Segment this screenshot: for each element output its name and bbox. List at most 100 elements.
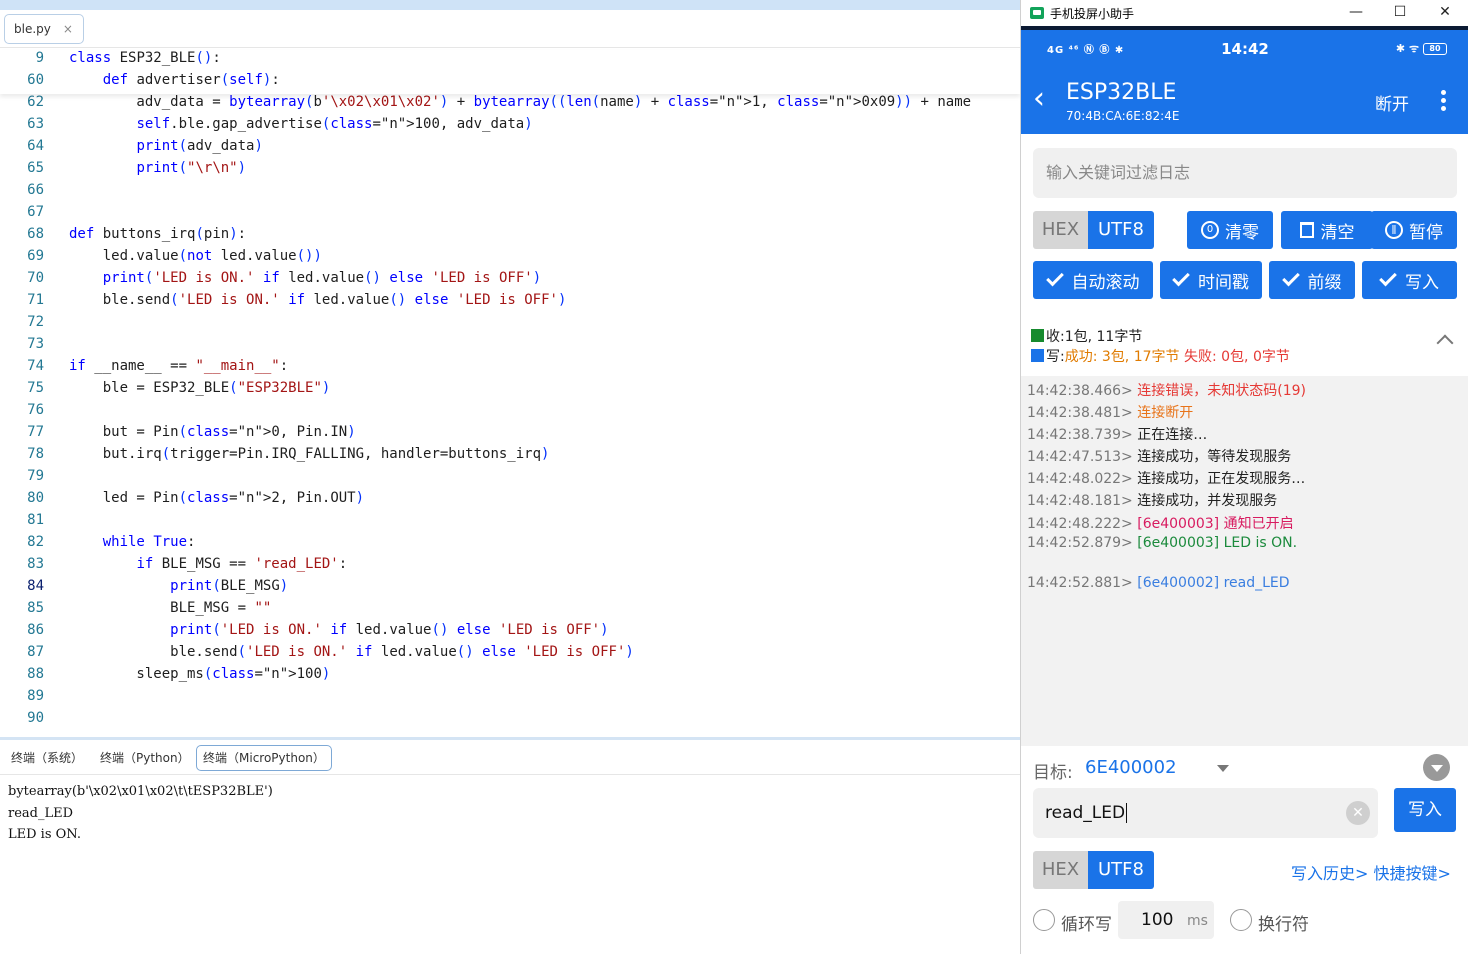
log-list[interactable]: 14:42:38.466> 连接错误，未知状态码(19) 14:42:38.481… xyxy=(1021,376,1468,746)
code-editor: ble.py × 62 adv_data = bytearray(b'\x02\… xyxy=(0,0,1020,954)
tab-terminal-python[interactable]: 终端（Python） xyxy=(93,745,197,771)
dropdown-arrow-icon[interactable] xyxy=(1217,765,1229,772)
log-entry: 14:42:48.022> 连接成功，正在发现服务… xyxy=(1027,468,1305,488)
log-encoding-toggle[interactable]: HEX UTF8 xyxy=(1033,211,1154,249)
log-filter-input[interactable]: 输入关键词过滤日志 xyxy=(1033,148,1457,198)
code-line[interactable]: ble.send('LED is ON.' if led.value() els… xyxy=(69,292,567,308)
sticky-code-line[interactable]: class ESP32_BLE(): xyxy=(69,50,221,66)
write-data-value: read_LED xyxy=(1045,803,1126,823)
target-value[interactable]: 6E400002 xyxy=(1085,757,1177,778)
check-icon xyxy=(1172,268,1190,287)
write-log-toggle[interactable]: 写入 xyxy=(1362,261,1457,299)
log-message: 连接错误，未知状态码(19) xyxy=(1137,383,1306,399)
write-encoding-toggle[interactable]: HEX UTF8 xyxy=(1033,851,1154,889)
tab-terminal-system[interactable]: 终端（系统） xyxy=(4,745,90,771)
write-links: 写入历史> 快捷按键> xyxy=(1291,860,1451,884)
line-number: 65 xyxy=(27,160,44,176)
code-line[interactable]: print('LED is ON.' if led.value() else '… xyxy=(69,622,608,638)
line-number: 77 xyxy=(27,424,44,440)
close-icon[interactable]: × xyxy=(63,22,73,36)
file-tab-label: ble.py xyxy=(14,22,51,36)
code-line[interactable]: print(BLE_MSG) xyxy=(69,578,288,594)
timestamp-toggle[interactable]: 时间戳 xyxy=(1160,261,1262,299)
tab-terminal-micropython[interactable]: 终端（MicroPython） xyxy=(196,745,332,771)
disconnect-button[interactable]: 断开 xyxy=(1375,90,1409,115)
maximize-icon[interactable]: ☐ xyxy=(1377,0,1423,26)
check-icon xyxy=(1045,268,1064,287)
terminal-output[interactable]: bytearray(b'\x02\x01\x02\t\tESP32BLE') re… xyxy=(8,781,273,846)
code-line[interactable]: print("\r\n") xyxy=(69,160,246,176)
loop-write-radio[interactable] xyxy=(1033,909,1055,931)
line-number: 80 xyxy=(27,490,44,506)
hex-option[interactable]: HEX xyxy=(1033,851,1088,889)
line-number: 81 xyxy=(27,512,44,528)
collapse-chevron-icon[interactable] xyxy=(1436,334,1454,352)
code-line[interactable]: led.value(not led.value()) xyxy=(69,248,322,264)
clear-log-button[interactable]: 清空 xyxy=(1281,211,1373,249)
more-menu-icon[interactable] xyxy=(1435,88,1451,114)
line-number: 71 xyxy=(27,292,44,308)
log-entry: 14:42:38.739> 正在连接… xyxy=(1027,424,1207,444)
battery-icon: 80 xyxy=(1423,43,1447,55)
file-tab-ble-py[interactable]: ble.py × xyxy=(4,14,84,44)
code-line[interactable]: led = Pin(class="n">2, Pin.OUT) xyxy=(69,490,364,506)
utf8-option[interactable]: UTF8 xyxy=(1088,211,1154,249)
write-data-input[interactable]: read_LED ✕ xyxy=(1033,788,1378,838)
code-line[interactable]: adv_data = bytearray(b'\x02\x01\x02') + … xyxy=(69,94,971,110)
code-line[interactable]: while True: xyxy=(69,534,196,550)
line-number: 90 xyxy=(27,710,44,726)
auto-scroll-toggle[interactable]: 自动滚动 xyxy=(1033,261,1153,299)
terminal-line: bytearray(b'\x02\x01\x02\t\tESP32BLE') xyxy=(8,784,273,799)
code-area[interactable]: 62 adv_data = bytearray(b'\x02\x01\x02')… xyxy=(0,50,1020,736)
interval-input[interactable]: 100 ms xyxy=(1118,901,1214,939)
code-line[interactable]: BLE_MSG = "" xyxy=(69,600,271,616)
code-line[interactable]: print('LED is ON.' if led.value() else '… xyxy=(69,270,541,286)
target-characteristic-row: 目标: 6E400002 xyxy=(1021,746,1468,790)
pause-button[interactable]: ǁ 暂停 xyxy=(1371,211,1457,249)
code-line[interactable]: ble = ESP32_BLE("ESP32BLE") xyxy=(69,380,331,396)
line-number: 70 xyxy=(27,270,44,286)
loop-write-label: 循环写 xyxy=(1061,915,1112,935)
terminal-tab-bar: 终端（系统） 终端（Python） 终端（MicroPython） xyxy=(0,740,1020,775)
close-window-icon[interactable]: ✕ xyxy=(1422,0,1468,26)
line-number: 82 xyxy=(27,534,44,550)
log-timestamp: 14:42:47.513> xyxy=(1027,449,1138,465)
code-line[interactable]: self.ble.gap_advertise(class="n">100, ad… xyxy=(69,116,532,132)
code-line[interactable]: ble.send('LED is ON.' if led.value() els… xyxy=(69,644,634,660)
code-line[interactable]: if __name__ == "__main__": xyxy=(69,358,288,374)
log-message: 连接成功，等待发现服务 xyxy=(1137,449,1292,465)
write-history-link[interactable]: 写入历史> xyxy=(1291,864,1368,883)
write-log-label: 写入 xyxy=(1405,272,1439,293)
prefix-toggle[interactable]: 前缀 xyxy=(1269,261,1355,299)
code-line[interactable]: print(adv_data) xyxy=(69,138,262,154)
expand-circle-icon[interactable] xyxy=(1423,754,1450,781)
reset-counter-button[interactable]: 0 清零 xyxy=(1187,211,1273,249)
log-timestamp: 14:42:38.481> xyxy=(1027,405,1138,421)
code-line[interactable]: def buttons_irq(pin): xyxy=(69,226,246,242)
clear-label: 清空 xyxy=(1320,222,1355,243)
shortcut-keys-link[interactable]: 快捷按键> xyxy=(1374,864,1451,883)
line-number: 63 xyxy=(27,116,44,132)
clear-input-icon[interactable]: ✕ xyxy=(1346,801,1370,825)
log-entry: 14:42:48.181> 连接成功，并发现服务 xyxy=(1027,490,1277,510)
recv-stats-text: 收:1包, 11字节 xyxy=(1046,329,1143,345)
newline-radio[interactable] xyxy=(1230,909,1252,931)
log-message: 正在连接… xyxy=(1137,427,1208,443)
sticky-code-line[interactable]: def advertiser(self): xyxy=(69,72,280,88)
minimize-icon[interactable]: — xyxy=(1333,0,1379,26)
line-number: 69 xyxy=(27,248,44,264)
interval-value: 100 xyxy=(1141,910,1174,930)
code-line[interactable]: but = Pin(class="n">0, Pin.IN) xyxy=(69,424,356,440)
code-line[interactable]: but.irq(trigger=Pin.IRQ_FALLING, handler… xyxy=(69,446,550,462)
hex-option[interactable]: HEX xyxy=(1033,211,1088,249)
utf8-option[interactable]: UTF8 xyxy=(1088,851,1154,889)
code-line[interactable]: if BLE_MSG == 'read_LED': xyxy=(69,556,347,572)
write-success-text: 成功: 3包, 17字节 xyxy=(1064,349,1180,365)
write-button[interactable]: 写入 xyxy=(1394,788,1456,832)
sticky-scroll-header: 9 class ESP32_BLE(): 60 def advertiser(sel… xyxy=(0,50,1020,94)
back-arrow-icon[interactable]: ‹ xyxy=(1033,84,1045,114)
code-line[interactable]: sleep_ms(class="n">100) xyxy=(69,666,330,682)
status-right-icons: ✱ ᯤ 80 xyxy=(1396,41,1447,56)
line-number: 75 xyxy=(27,380,44,396)
interval-unit: ms xyxy=(1187,913,1208,929)
